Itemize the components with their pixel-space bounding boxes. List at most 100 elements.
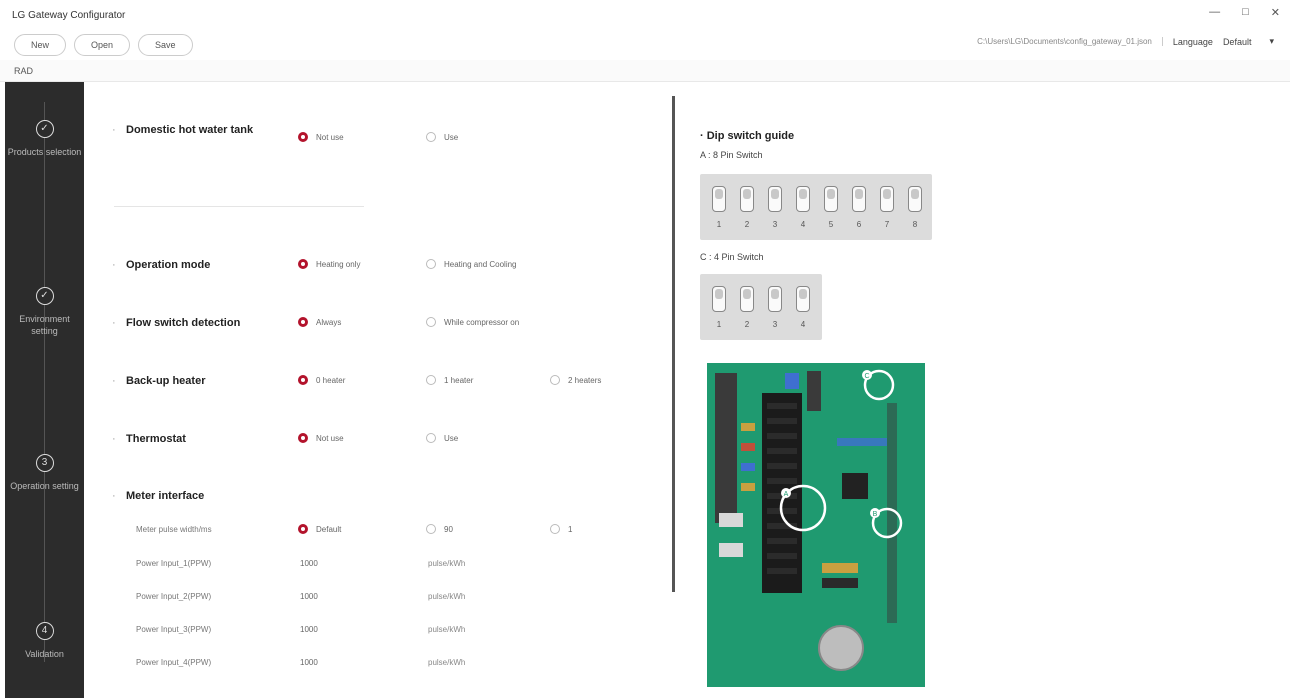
meter-row-label: Power Input_1(PPW): [136, 559, 212, 568]
power-input-1-row: Power Input_1(PPW) 1000 pulse/kWh: [84, 556, 674, 582]
pcb-chip: [842, 473, 868, 499]
setting-label: Meter interface: [112, 490, 266, 503]
save-button[interactable]: Save: [138, 34, 193, 56]
toolbar-right: C:\Users\LG\Documents\config_gateway_01.…: [977, 36, 1274, 47]
meter-row-label: Meter pulse width/ms: [136, 525, 212, 534]
step-label: Products selection: [7, 147, 82, 157]
option-label: Not use: [316, 433, 344, 443]
power-input-4-field[interactable]: 1000: [300, 658, 318, 667]
radio-icon: [298, 433, 308, 443]
setting-label: Operation mode: [112, 259, 266, 272]
dip-number: 2: [744, 320, 750, 329]
unit-hint: pulse/kWh: [428, 625, 466, 634]
power-input-1-field[interactable]: 1000: [300, 559, 318, 568]
sidebar-step-products-selection[interactable]: ✓ Products selection: [5, 120, 84, 158]
unit-hint: pulse/kWh: [428, 559, 466, 568]
option-label: 1 heater: [444, 375, 474, 385]
title-bar: LG Gateway Configurator: [0, 0, 1290, 30]
sub-bar-label: RAD: [14, 65, 34, 76]
sidebar-progress-line: [44, 102, 45, 662]
option-always[interactable]: Always: [298, 317, 341, 327]
dip-switch-toggle: [824, 186, 838, 212]
option-label: 0 heater: [316, 375, 346, 385]
dip-switch-toggle: [852, 186, 866, 212]
dip-number: 6: [856, 220, 862, 229]
window-controls: — □ ✕: [1209, 6, 1280, 19]
option-thermostat-use[interactable]: Use: [426, 433, 458, 443]
dip-number: 1: [716, 320, 722, 329]
settings-panel: Domestic hot water tank Not use Use Oper…: [84, 82, 674, 698]
minimize-button[interactable]: —: [1209, 6, 1220, 19]
step-label: Validation: [25, 649, 64, 659]
option-dhw-not-use[interactable]: Not use: [298, 132, 344, 142]
option-label: Heating and Cooling: [444, 259, 517, 269]
dip-switch-toggle: [740, 186, 754, 212]
pcb-marker-b-label: B: [873, 511, 878, 518]
setting-label: Domestic hot water tank: [112, 124, 266, 137]
dip-number: 5: [828, 220, 834, 229]
option-label: Always: [316, 317, 342, 327]
option-heating-only[interactable]: Heating only: [298, 259, 360, 269]
power-input-3-row: Power Input_3(PPW) 1000 pulse/kWh: [84, 622, 674, 648]
section-divider: [114, 206, 364, 207]
step-number-icon: 4: [35, 622, 54, 640]
pcb-battery: [818, 625, 864, 671]
step-label: Operation setting: [10, 481, 79, 491]
option-1-heater[interactable]: 1 heater: [426, 375, 473, 385]
pcb-marker-a-label: A: [784, 491, 789, 498]
option-pulse-90[interactable]: 90: [426, 524, 453, 534]
setting-flow-switch: Flow switch detection Always While compr…: [84, 315, 674, 341]
power-input-4-row: Power Input_4(PPW) 1000 pulse/kWh: [84, 655, 674, 681]
dip-switch-toggle: [712, 286, 726, 312]
power-input-2-field[interactable]: 1000: [300, 592, 318, 601]
close-button[interactable]: ✕: [1271, 6, 1280, 19]
open-button[interactable]: Open: [74, 34, 131, 56]
language-value: Default: [1222, 36, 1252, 47]
unit-hint: pulse/kWh: [428, 592, 466, 601]
dip-switch-toggle: [908, 186, 922, 212]
dip-switch-toggle: [768, 186, 782, 212]
power-input-3-field[interactable]: 1000: [300, 625, 318, 634]
option-label: 2 heaters: [568, 375, 602, 385]
sidebar-step-validation[interactable]: 4 Validation: [5, 622, 84, 660]
dip-switch-toggle: [712, 186, 726, 212]
option-thermostat-not-use[interactable]: Not use: [298, 433, 344, 443]
dip-switch-toggle: [796, 186, 810, 212]
setting-dhw-tank: Domestic hot water tank Not use Use: [84, 122, 674, 156]
dip-switch-4pin: 1 2 3 4: [700, 274, 822, 340]
radio-icon: [298, 317, 308, 327]
guide-c-label: C : 4 Pin Switch: [700, 252, 764, 262]
option-label: Not use: [316, 132, 344, 142]
sidebar-step-environment-setting[interactable]: ✓ Environment setting: [5, 287, 84, 337]
radio-icon: [426, 433, 436, 443]
dip-switch-toggle: [796, 286, 810, 312]
option-pulse-1[interactable]: 1: [550, 524, 572, 534]
window-title: LG Gateway Configurator: [12, 9, 126, 21]
option-pulse-default[interactable]: Default: [298, 524, 341, 534]
setting-label: Flow switch detection: [112, 317, 266, 330]
radio-icon: [298, 259, 308, 269]
option-label: Heating only: [316, 259, 361, 269]
language-select[interactable]: Default ▾: [1223, 36, 1274, 47]
dip-number: 7: [884, 220, 890, 229]
pcb-marker-c-label: C: [864, 373, 869, 380]
unit-hint: pulse/kWh: [428, 658, 466, 667]
option-0-heater[interactable]: 0 heater: [298, 375, 345, 385]
dip-number: 8: [912, 220, 918, 229]
guide-a-label: A : 8 Pin Switch: [700, 150, 763, 160]
power-input-2-row: Power Input_2(PPW) 1000 pulse/kWh: [84, 589, 674, 615]
maximize-button[interactable]: □: [1242, 6, 1249, 19]
radio-icon: [298, 132, 308, 142]
option-dhw-use[interactable]: Use: [426, 132, 458, 142]
guide-title: · Dip switch guide: [700, 130, 795, 142]
option-2-heaters[interactable]: 2 heaters: [550, 375, 601, 385]
new-button[interactable]: New: [14, 34, 67, 56]
panel-scrollbar[interactable]: [672, 96, 675, 592]
meter-row-label: Power Input_3(PPW): [136, 625, 212, 634]
sidebar-step-operation-setting[interactable]: 3 Operation setting: [5, 454, 84, 492]
check-icon: ✓: [35, 120, 54, 138]
radio-icon: [426, 132, 436, 142]
option-heating-and-cooling[interactable]: Heating and Cooling: [426, 259, 517, 269]
option-while-compressor-on[interactable]: While compressor on: [426, 317, 519, 327]
radio-icon: [298, 524, 308, 534]
